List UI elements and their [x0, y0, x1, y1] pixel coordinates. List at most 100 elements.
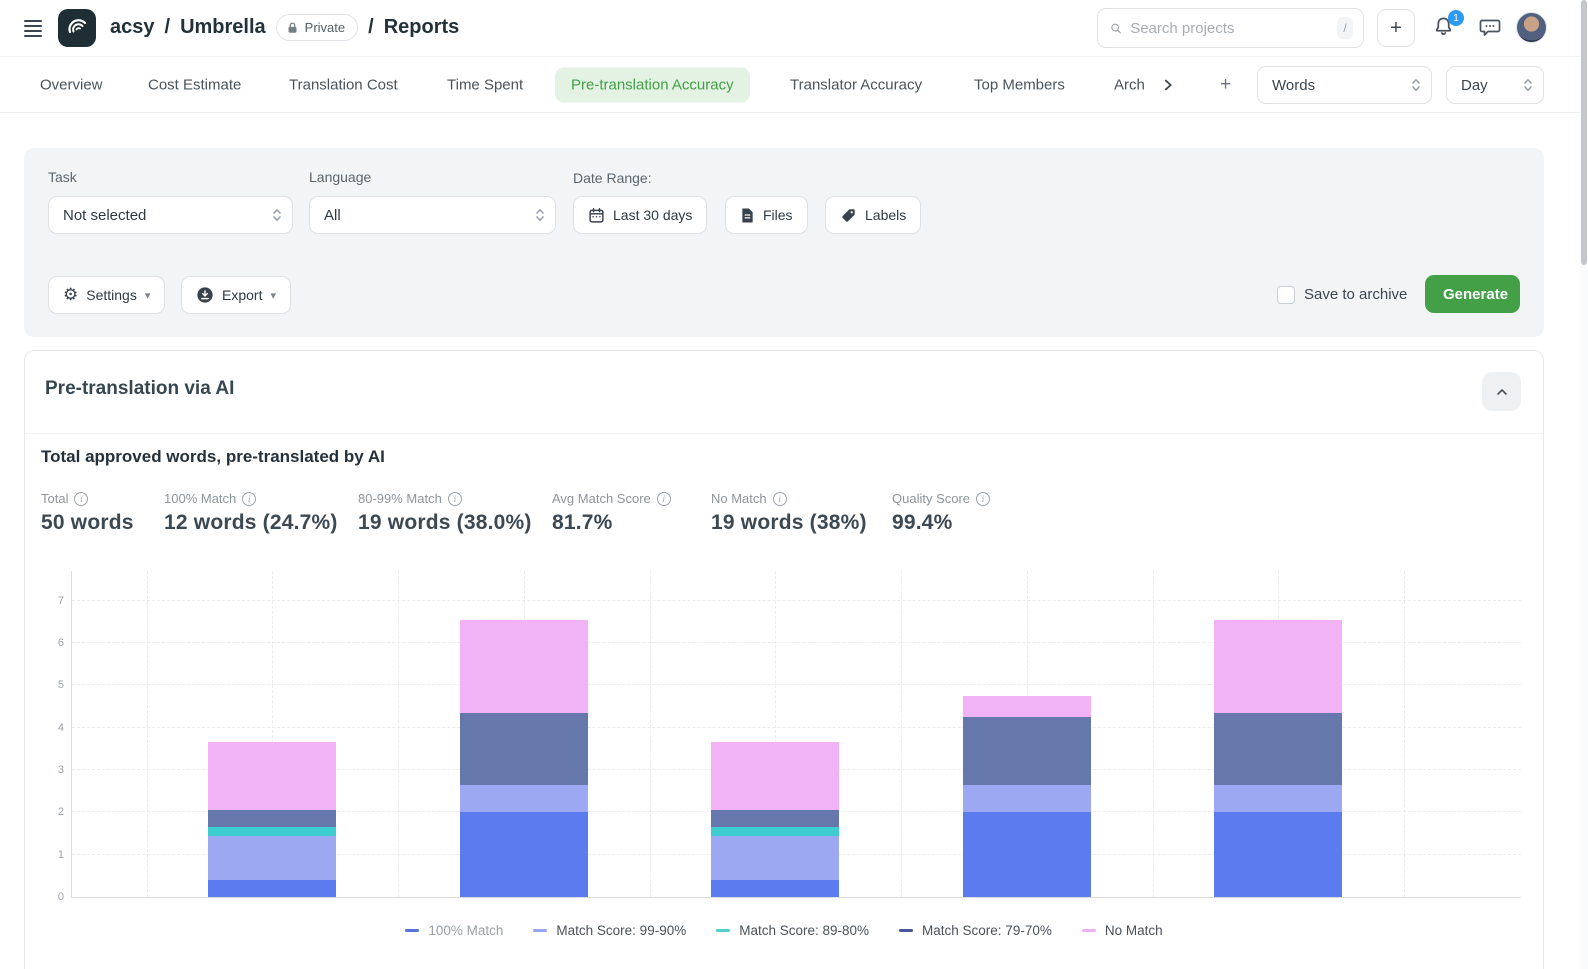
tab-translation-cost[interactable]: Translation Cost	[289, 76, 398, 93]
y-axis-tick-label: 7	[40, 595, 64, 607]
info-icon[interactable]: i	[976, 492, 990, 506]
info-icon[interactable]: i	[242, 492, 256, 506]
calendar-icon	[588, 207, 605, 224]
legend-swatch	[716, 929, 730, 932]
files-filter-button[interactable]: Files	[725, 196, 808, 234]
y-axis-tick-label: 1	[40, 849, 64, 861]
bar-segment[interactable]	[208, 880, 336, 897]
breadcrumb-project[interactable]: Umbrella	[180, 16, 266, 39]
date-range-label: Date Range:	[573, 170, 652, 186]
chart-plot: 01234567	[71, 571, 1521, 898]
page-scrollbar[interactable]	[1580, 0, 1588, 969]
legend-item[interactable]: Match Score: 99-90%	[533, 923, 686, 938]
scrollbar-thumb[interactable]	[1581, 0, 1587, 265]
bar-segment[interactable]	[711, 742, 839, 810]
bar-segment[interactable]	[963, 696, 1091, 717]
bar-segment[interactable]	[1214, 812, 1342, 897]
info-icon[interactable]: i	[657, 492, 671, 506]
tabs-scroll-right-button[interactable]	[1160, 77, 1176, 93]
bar-segment[interactable]	[208, 827, 336, 835]
messages-button[interactable]	[1478, 17, 1502, 39]
add-tab-button[interactable]: +	[1220, 74, 1231, 96]
bar-segment[interactable]	[711, 836, 839, 880]
bar-segment[interactable]	[460, 620, 588, 713]
search-box[interactable]: /	[1097, 8, 1364, 48]
stat-value: 81.7%	[552, 511, 671, 535]
language-select[interactable]: All	[309, 196, 556, 234]
save-to-archive-checkbox[interactable]	[1277, 286, 1295, 304]
select-arrows-icon	[535, 207, 545, 223]
bar-segment[interactable]	[711, 810, 839, 827]
bar-segment[interactable]	[1214, 620, 1342, 713]
tab-translator-accuracy[interactable]: Translator Accuracy	[790, 76, 922, 93]
date-range-button[interactable]: Last 30 days	[573, 196, 707, 234]
caret-down-icon: ▾	[270, 289, 276, 302]
stat-value: 19 words (38.0%)	[358, 511, 532, 535]
collapse-card-button[interactable]	[1482, 372, 1521, 411]
search-icon	[1110, 20, 1122, 37]
bar-segment[interactable]	[460, 713, 588, 785]
tab-time-spent[interactable]: Time Spent	[447, 76, 523, 93]
export-dropdown-button[interactable]: Export ▾	[181, 276, 291, 314]
bar-segment[interactable]	[208, 836, 336, 880]
tab-overview[interactable]: Overview	[40, 76, 103, 93]
y-axis-tick-label: 2	[40, 806, 64, 818]
card-title: Pre-translation via AI	[45, 378, 234, 400]
unit-select[interactable]: Words	[1257, 66, 1432, 104]
legend-item[interactable]: Match Score: 89-80%	[716, 923, 869, 938]
tab-top-members[interactable]: Top Members	[974, 76, 1065, 93]
privacy-badge: Private	[276, 14, 358, 41]
chat-icon	[1478, 17, 1502, 39]
task-select[interactable]: Not selected	[48, 196, 293, 234]
bar-segment[interactable]	[460, 785, 588, 813]
chevron-up-icon	[1494, 384, 1510, 400]
labels-filter-button[interactable]: Labels	[825, 196, 921, 234]
bar-segment[interactable]	[208, 810, 336, 827]
stat-label: Avg Match Score	[552, 491, 651, 506]
gridline-x	[398, 571, 399, 897]
app-logo[interactable]	[58, 9, 96, 47]
create-project-button[interactable]: +	[1377, 9, 1415, 47]
privacy-badge-label: Private	[305, 20, 345, 35]
report-filters-panel: Task Not selected Language All Date Rang…	[24, 148, 1544, 337]
user-avatar[interactable]	[1516, 12, 1547, 43]
bar-segment[interactable]	[963, 717, 1091, 785]
period-select[interactable]: Day	[1446, 66, 1544, 104]
tab-archive-truncated[interactable]: Arch	[1114, 76, 1146, 93]
bar-segment[interactable]	[711, 880, 839, 897]
bar-segment[interactable]	[963, 785, 1091, 813]
task-label: Task	[48, 169, 77, 185]
hamburger-menu-icon[interactable]	[24, 18, 44, 38]
tab-pretranslation-accuracy[interactable]: Pre-translation Accuracy	[555, 67, 750, 102]
info-icon[interactable]: i	[773, 492, 787, 506]
y-axis-tick-label: 0	[40, 891, 64, 903]
settings-dropdown-button[interactable]: ⚙ Settings ▾	[48, 276, 165, 314]
legend-swatch	[533, 929, 547, 932]
info-icon[interactable]: i	[74, 492, 88, 506]
tab-cost-estimate[interactable]: Cost Estimate	[148, 76, 241, 93]
legend-item[interactable]: Match Score: 79-70%	[899, 923, 1052, 938]
report-tabs: Overview Cost Estimate Translation Cost …	[0, 57, 1588, 113]
chart-subtitle: Total approved words, pre-translated by …	[41, 447, 385, 467]
bar-segment[interactable]	[711, 827, 839, 835]
lock-icon	[286, 21, 299, 35]
info-icon[interactable]: i	[448, 492, 462, 506]
bar-segment[interactable]	[1214, 713, 1342, 785]
notifications-button[interactable]: 1	[1432, 15, 1458, 41]
gridline-y	[72, 600, 1521, 601]
bar-segment[interactable]	[963, 812, 1091, 897]
legend-item[interactable]: No Match	[1082, 923, 1163, 938]
breadcrumb-org[interactable]: acsy	[110, 16, 155, 39]
search-input[interactable]	[1130, 20, 1329, 37]
pretranslation-report-card: Pre-translation via AI Total approved wo…	[24, 350, 1544, 969]
bar-segment[interactable]	[208, 742, 336, 810]
breadcrumb: acsy / Umbrella Private / Reports	[110, 14, 459, 41]
bar-segment[interactable]	[1214, 785, 1342, 813]
bar-segment[interactable]	[460, 812, 588, 897]
stat-100-match: 100% Matchi 12 words (24.7%)	[164, 491, 338, 535]
notification-count-badge: 1	[1448, 10, 1464, 26]
generate-button[interactable]: Generate	[1425, 275, 1520, 313]
legend-item[interactable]: 100% Match	[405, 923, 503, 938]
legend-label: Match Score: 99-90%	[556, 923, 686, 938]
export-label: Export	[222, 287, 262, 303]
